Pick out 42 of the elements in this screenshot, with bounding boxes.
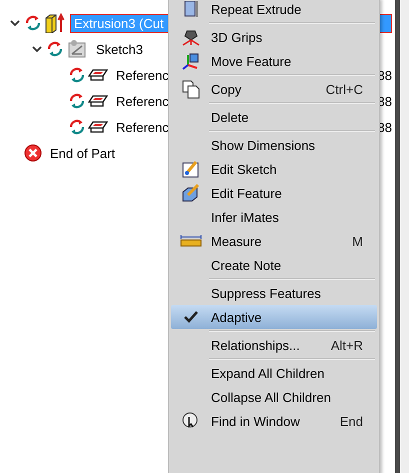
menu-item[interactable]: Show Dimensions: [171, 133, 377, 157]
menu-item[interactable]: Copy Ctrl+C: [171, 77, 377, 101]
refresh-icon: [68, 67, 86, 83]
axes-icon: [181, 52, 201, 70]
menu-item[interactable]: Repeat Extrude: [171, 0, 377, 21]
sketch-icon: [66, 39, 88, 59]
shortcut-label: End: [340, 414, 363, 428]
edit-feature-icon: [181, 184, 201, 202]
shortcut-label: Alt+R: [330, 338, 363, 352]
menu-item[interactable]: Delete: [171, 105, 377, 129]
plane-icon: [88, 119, 108, 135]
ruler-icon: [180, 235, 202, 247]
refresh-icon: [46, 41, 64, 57]
menu-item[interactable]: Edit Feature: [171, 181, 377, 205]
menu-item[interactable]: Move Feature: [171, 49, 377, 73]
shortcut-label: M: [352, 234, 363, 248]
error-icon: [24, 144, 42, 162]
shortcut-label: Ctrl+C: [326, 82, 363, 96]
plane-icon: [88, 67, 108, 83]
menu-item[interactable]: Infer iMates: [171, 205, 377, 229]
tree-item-label[interactable]: End of Part: [46, 144, 120, 162]
edit-sketch-icon: [182, 160, 200, 178]
menu-item[interactable]: Relationships... Alt+R: [171, 333, 377, 357]
menu-item[interactable]: Measure M: [171, 229, 377, 253]
menu-item[interactable]: Expand All Children: [171, 361, 377, 385]
plane-icon: [88, 93, 108, 109]
menu-item[interactable]: Edit Sketch: [171, 157, 377, 181]
refresh-icon: [24, 15, 42, 31]
menu-item[interactable]: 3D Grips: [171, 25, 377, 49]
menu-item[interactable]: Find in Window End: [171, 409, 377, 433]
refresh-icon: [68, 119, 86, 135]
menu-item[interactable]: Adaptive: [171, 305, 377, 329]
menu-item[interactable]: Collapse All Children: [171, 385, 377, 409]
grips-icon: [181, 28, 201, 46]
copy-icon: [181, 79, 201, 99]
block-icon: [182, 1, 200, 17]
find-icon: [182, 412, 200, 430]
refresh-icon: [68, 93, 86, 109]
menu-item[interactable]: Suppress Features: [171, 281, 377, 305]
extrusion-icon: [44, 13, 66, 33]
tree-item-label[interactable]: Sketch3: [92, 40, 147, 58]
menu-item[interactable]: Create Note: [171, 253, 377, 277]
